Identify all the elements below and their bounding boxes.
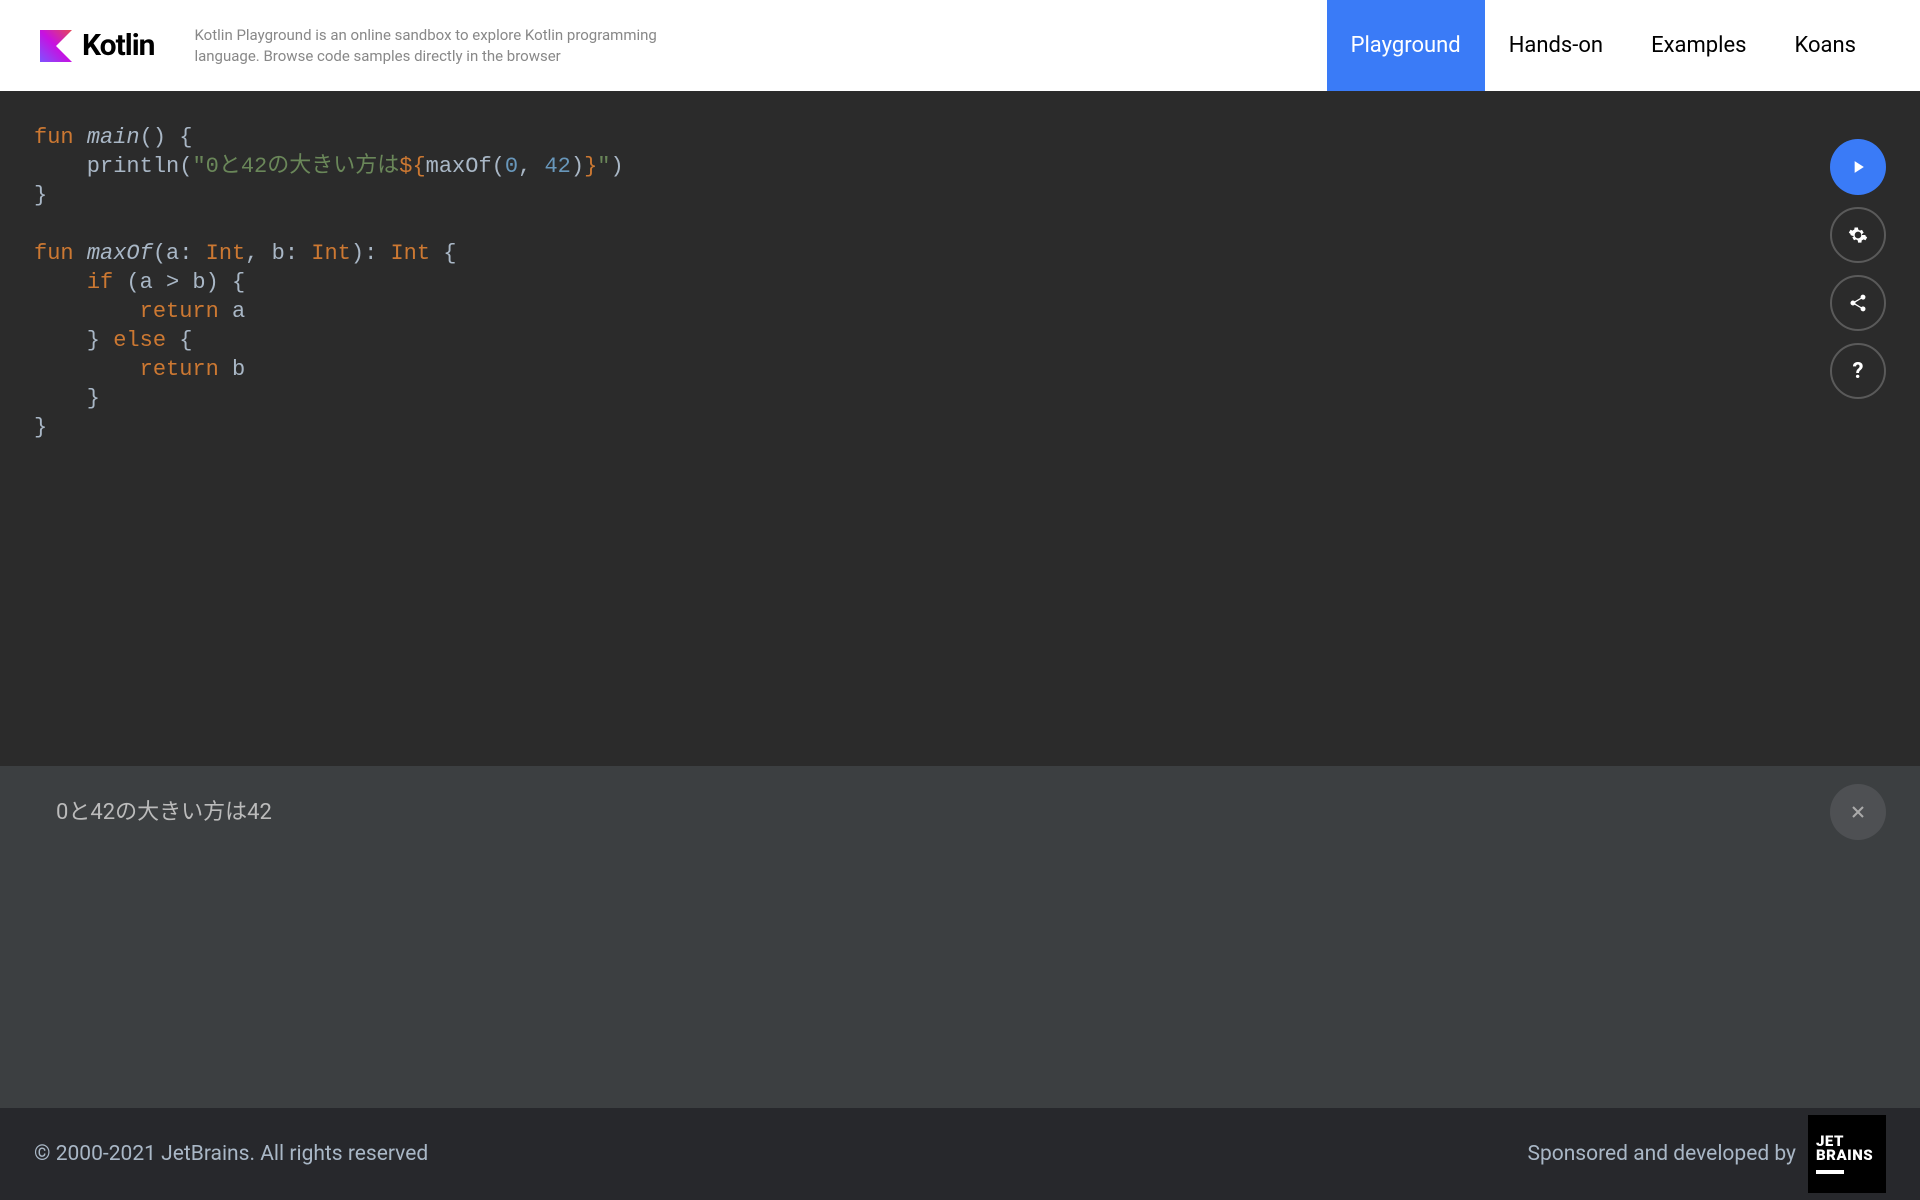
code-text: ) (611, 154, 624, 179)
code-text: { (430, 241, 456, 266)
code-text: } (34, 415, 47, 440)
close-icon (1848, 802, 1868, 822)
code-text: (a > b) { (113, 270, 245, 295)
logo-section: Kotlin Kotlin Playground is an online sa… (40, 25, 724, 67)
code-keyword: if (87, 270, 113, 295)
code-editor[interactable]: fun main() { println("0と42の大きい方は${maxOf(… (0, 91, 1920, 766)
run-button[interactable] (1830, 139, 1886, 195)
code-text: { (166, 328, 192, 353)
nav-examples[interactable]: Examples (1627, 0, 1770, 91)
code-type: Int (390, 241, 430, 266)
nav-hands-on[interactable]: Hands-on (1485, 0, 1627, 91)
settings-button[interactable] (1830, 207, 1886, 263)
code-text: } (34, 183, 47, 208)
jetbrains-logo[interactable]: JET BRAINS (1808, 1115, 1886, 1193)
kotlin-logo-text: Kotlin (82, 28, 154, 63)
code-keyword: else (113, 328, 166, 353)
kotlin-logo-icon (40, 30, 72, 62)
share-icon (1848, 293, 1868, 313)
jetbrains-logo-line2: BRAINS (1816, 1148, 1878, 1162)
sponsor-section: Sponsored and developed by JET BRAINS (1527, 1115, 1886, 1193)
help-button[interactable]: ? (1830, 343, 1886, 399)
code-text (34, 299, 140, 324)
code-text: println( (34, 154, 192, 179)
close-output-button[interactable] (1830, 784, 1886, 840)
code-text (34, 270, 87, 295)
code-text: () { (140, 125, 193, 150)
code-template: } (584, 154, 597, 179)
code-string: " (597, 154, 610, 179)
gear-icon (1848, 225, 1868, 245)
code-function-name: maxOf (87, 241, 153, 266)
code-keyword: return (140, 299, 219, 324)
output-panel: 0と42の大きい方は42 (0, 766, 1920, 1108)
action-buttons: ? (1830, 139, 1886, 399)
code-string: "0と42の大きい方は (192, 154, 399, 179)
code-text: , b: (245, 241, 311, 266)
code-text: maxOf( (426, 154, 505, 179)
code-type: Int (206, 241, 246, 266)
code-text (34, 357, 140, 382)
copyright: © 2000-2021 JetBrains. All rights reserv… (34, 1142, 428, 1166)
code-text: } (34, 386, 100, 411)
code-text: , (518, 154, 544, 179)
code-template: ${ (399, 154, 425, 179)
main-nav: Playground Hands-on Examples Koans (1327, 0, 1880, 91)
code-keyword: fun (34, 125, 74, 150)
code-number: 42 (544, 154, 570, 179)
code-keyword: return (140, 357, 219, 382)
code-text: a (219, 299, 245, 324)
nav-koans[interactable]: Koans (1770, 0, 1880, 91)
code-text: ) (571, 154, 584, 179)
play-icon (1848, 157, 1868, 177)
code-type: Int (311, 241, 351, 266)
kotlin-logo[interactable]: Kotlin (40, 28, 154, 63)
output-text: 0と42の大きい方は42 (56, 794, 1864, 826)
nav-playground[interactable]: Playground (1327, 0, 1485, 91)
header: Kotlin Kotlin Playground is an online sa… (0, 0, 1920, 91)
code-text: b (219, 357, 245, 382)
code-number: 0 (505, 154, 518, 179)
editor-area: fun main() { println("0と42の大きい方は${maxOf(… (0, 91, 1920, 1108)
sponsor-text: Sponsored and developed by (1527, 1142, 1796, 1166)
site-description: Kotlin Playground is an online sandbox t… (194, 25, 724, 67)
code-text: } (34, 328, 113, 353)
question-icon: ? (1853, 359, 1864, 384)
code-keyword: fun (34, 241, 74, 266)
code-text: (a: (153, 241, 206, 266)
code-function-name: main (87, 125, 140, 150)
jetbrains-logo-bar (1816, 1170, 1844, 1174)
footer: © 2000-2021 JetBrains. All rights reserv… (0, 1108, 1920, 1200)
share-button[interactable] (1830, 275, 1886, 331)
code-text: ): (351, 241, 391, 266)
